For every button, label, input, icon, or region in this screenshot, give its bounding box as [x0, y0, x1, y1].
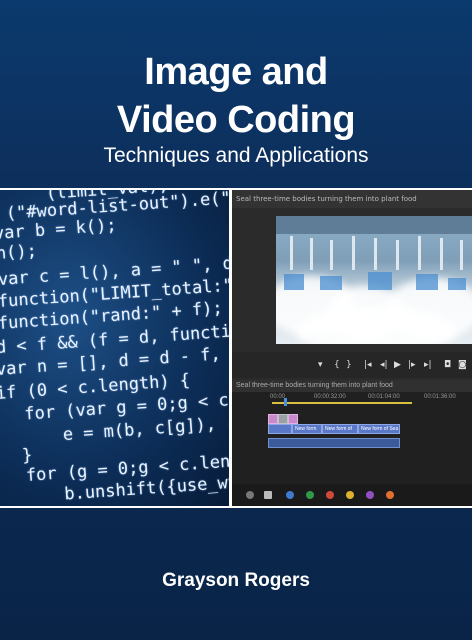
step-back-icon[interactable]: ◂| [380, 360, 388, 370]
camera-icon[interactable]: ◘ [444, 360, 451, 370]
book-cover: Image and Video Coding Techniques and Ap… [0, 0, 472, 640]
clip[interactable] [268, 424, 292, 434]
title-line-2: Video Coding [116, 99, 356, 141]
editor-title: Seal three-time bodies turning them into… [232, 190, 472, 208]
code-line: } [21, 445, 33, 466]
title-line-1: Image and [144, 51, 328, 93]
video-preview [276, 216, 472, 344]
taskbar-icon[interactable] [306, 491, 314, 499]
timecode: 00:00:32:00 [314, 394, 346, 400]
taskbar-icon[interactable] [386, 491, 394, 499]
timecode: 00:01:36:00 [424, 394, 456, 400]
taskbar-icon[interactable] [264, 491, 272, 499]
timecode: 00:01:04:00 [368, 394, 400, 400]
video-editor-screenshot: Seal three-time bodies turning them into… [232, 190, 472, 506]
sequence-label: Seal three-time bodies turning them into… [232, 380, 472, 392]
taskbar-icon[interactable] [346, 491, 354, 499]
export-frame-icon[interactable]: ◙ [458, 360, 467, 370]
author-name: Grayson Rogers [162, 570, 310, 591]
go-to-in-icon[interactable]: |◂ [364, 360, 372, 370]
marker-icon[interactable]: ▾ [318, 360, 323, 370]
clip[interactable]: New form of Sea [292, 424, 322, 434]
work-area-bar [272, 402, 412, 404]
clip[interactable] [278, 414, 288, 424]
subtitle: Techniques and Applications [103, 144, 369, 167]
clip[interactable] [288, 414, 298, 424]
clip[interactable] [268, 414, 278, 424]
timeline: 00:00 00:00:32:00 00:01:04:00 00:01:36:0… [232, 392, 472, 484]
step-forward-icon[interactable]: |▸ [408, 360, 416, 370]
playhead[interactable] [284, 398, 287, 406]
code-screenshot: (limit_val); ("#word-list-out").e(" ") v… [0, 190, 229, 506]
taskbar [232, 484, 472, 506]
out-point-icon[interactable]: } [346, 360, 352, 370]
taskbar-icon[interactable] [366, 491, 374, 499]
code-line: n(); [0, 241, 38, 264]
clip[interactable]: New form of Sea [322, 424, 358, 434]
timecode: 00:00 [270, 394, 286, 400]
go-to-out-icon[interactable]: ▸| [424, 360, 432, 370]
in-point-icon[interactable]: { [334, 360, 340, 370]
cover-image: (limit_val); ("#word-list-out").e(" ") v… [0, 188, 472, 508]
play-icon[interactable]: ▶ [394, 360, 401, 370]
audio-clip[interactable] [268, 438, 400, 448]
playback-controls: ▾ { } |◂ ◂| ▶ |▸ ▸| ◘ ◙ [232, 352, 472, 378]
taskbar-icon[interactable] [286, 491, 294, 499]
taskbar-icon[interactable] [326, 491, 334, 499]
taskbar-icon[interactable] [246, 491, 254, 499]
preview-lamps [276, 216, 472, 290]
clip[interactable]: New form of Sea [358, 424, 400, 434]
title-block: Image and Video Coding Techniques and Ap… [0, 0, 472, 185]
